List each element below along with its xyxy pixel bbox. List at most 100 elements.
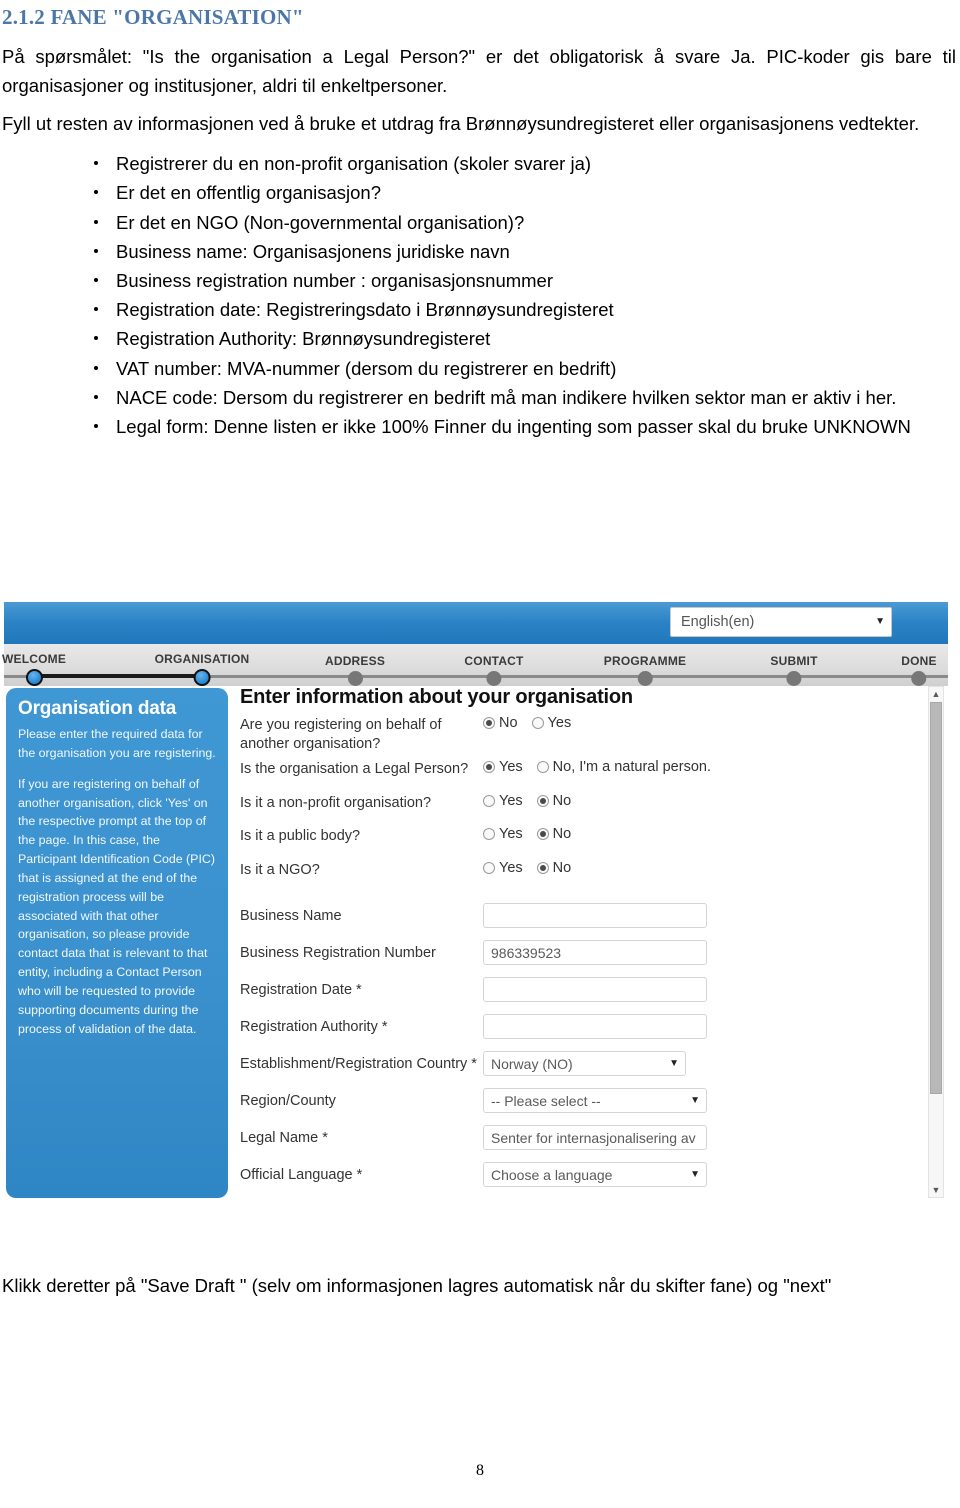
step-organisation[interactable]: ORGANISATION bbox=[155, 652, 250, 686]
registration-date-input[interactable] bbox=[483, 977, 707, 1003]
step-address[interactable]: ADDRESS bbox=[325, 654, 385, 686]
region-county-select[interactable]: -- Please select -- ▼ bbox=[483, 1088, 707, 1114]
page-number: 8 bbox=[476, 1462, 484, 1479]
radio-label: Yes bbox=[499, 859, 523, 876]
list-item: Registration Authority: Brønnøysundregis… bbox=[0, 324, 956, 353]
step-programme[interactable]: PROGRAMME bbox=[604, 654, 686, 686]
field-label: Establishment/Registration Country * bbox=[240, 1055, 477, 1072]
radio-icon[interactable] bbox=[536, 761, 549, 774]
radio-option[interactable]: Yes bbox=[483, 793, 523, 809]
radio-icon[interactable] bbox=[483, 828, 495, 841]
embedded-application-screenshot: English(en) ▼ WELCOME ORGANISATION ADDRE… bbox=[0, 600, 950, 1200]
registration-authority-input[interactable] bbox=[483, 1014, 707, 1040]
step-label: ADDRESS bbox=[324, 654, 386, 668]
step-dot-icon bbox=[25, 669, 43, 686]
question-label: Is it a NGO? bbox=[240, 861, 320, 878]
radio-option[interactable]: Yes bbox=[531, 715, 572, 731]
vertical-scrollbar[interactable]: ▲ ▼ bbox=[928, 686, 944, 1198]
field-business-registration-number: Business Registration Number 986339523 bbox=[240, 934, 930, 971]
chevron-down-icon: ▼ bbox=[690, 1168, 700, 1180]
question-public-body: Is it a public body? Yes No bbox=[240, 826, 930, 846]
step-navigation: WELCOME ORGANISATION ADDRESS CONTACT PRO… bbox=[2, 644, 948, 686]
field-value: Norway (NO) bbox=[491, 1055, 573, 1072]
radio-option[interactable]: Yes bbox=[483, 826, 523, 842]
question-ngo: Is it a NGO? Yes No bbox=[240, 860, 930, 880]
scroll-up-arrow-icon[interactable]: ▲ bbox=[929, 687, 943, 701]
step-submit[interactable]: SUBMIT bbox=[770, 654, 817, 686]
radio-label: Yes bbox=[499, 759, 523, 776]
field-label: Registration Date * bbox=[240, 981, 362, 998]
question-label: Is it a public body? bbox=[240, 828, 361, 845]
step-contact[interactable]: CONTACT bbox=[464, 654, 523, 686]
step-welcome[interactable]: WELCOME bbox=[2, 652, 66, 686]
radio-label: No bbox=[552, 859, 572, 876]
footer-paragraph: Klikk deretter på "Save Draft " (selv om… bbox=[2, 1275, 832, 1296]
official-language-select[interactable]: Choose a language ▼ bbox=[483, 1162, 707, 1188]
step-dot-icon bbox=[347, 671, 363, 686]
radio-option[interactable]: No, I'm a natural person. bbox=[536, 759, 711, 776]
field-legal-name: Legal Name * Senter for internasjonalise… bbox=[240, 1119, 930, 1156]
field-label: Registration Authority * bbox=[240, 1018, 388, 1035]
radio-icon[interactable] bbox=[536, 828, 549, 841]
scrollbar-thumb[interactable] bbox=[930, 702, 942, 1094]
radio-label: Yes bbox=[547, 715, 572, 731]
step-dot-icon bbox=[786, 671, 802, 686]
list-item: Legal form: Denne listen er ikke 100% Fi… bbox=[0, 412, 956, 441]
step-label: PROGRAMME bbox=[603, 654, 687, 668]
question-label: Is it a non-profit organisation? bbox=[240, 794, 432, 811]
establishment-country-select[interactable]: Norway (NO) ▼ bbox=[483, 1051, 686, 1077]
question-options: No Yes bbox=[483, 715, 581, 731]
question-options: Yes No, I'm a natural person. bbox=[483, 759, 721, 775]
field-establishment-country: Establishment/Registration Country * Nor… bbox=[240, 1045, 930, 1082]
step-label: CONTACT bbox=[464, 654, 524, 668]
radio-label: No bbox=[499, 715, 518, 731]
paragraph-1: På spørsmålet: "Is the organisation a Le… bbox=[2, 46, 956, 96]
field-value: -- Please select -- bbox=[491, 1092, 601, 1109]
radio-option[interactable]: Yes bbox=[483, 759, 523, 775]
field-registration-date: Registration Date * bbox=[240, 971, 930, 1008]
business-registration-number-input[interactable]: 986339523 bbox=[483, 940, 707, 966]
step-dot-icon bbox=[637, 671, 653, 686]
language-select[interactable]: English(en) ▼ bbox=[670, 607, 892, 637]
radio-option[interactable]: No bbox=[536, 826, 571, 842]
radio-label: No bbox=[552, 792, 572, 809]
radio-option[interactable]: Yes bbox=[483, 860, 523, 876]
question-label: Are you registering on behalf of another… bbox=[240, 717, 442, 752]
radio-label: No, I'm a natural person. bbox=[552, 759, 711, 776]
bullet-list: Registrerer du en non-profit organisatio… bbox=[0, 149, 960, 441]
business-name-input[interactable] bbox=[483, 903, 707, 929]
field-official-language: Official Language * Choose a language ▼ bbox=[240, 1156, 930, 1193]
legal-name-input[interactable]: Senter for internasjonalisering av utd bbox=[483, 1125, 707, 1151]
field-label: Region/County bbox=[240, 1092, 336, 1109]
scroll-down-arrow-icon[interactable]: ▼ bbox=[929, 1183, 943, 1197]
radio-icon[interactable] bbox=[483, 794, 495, 807]
radio-icon[interactable] bbox=[483, 761, 495, 774]
radio-icon[interactable] bbox=[531, 717, 544, 729]
radio-option[interactable]: No bbox=[483, 715, 518, 731]
radio-icon[interactable] bbox=[483, 717, 495, 729]
radio-option[interactable]: No bbox=[536, 859, 572, 876]
field-label: Official Language * bbox=[240, 1166, 363, 1183]
question-legal-person: Is the organisation a Legal Person? Yes … bbox=[240, 759, 930, 779]
field-label: Legal Name * bbox=[240, 1129, 328, 1146]
field-region-county: Region/County -- Please select -- ▼ bbox=[240, 1082, 930, 1119]
list-item: Er det en NGO (Non-governmental organisa… bbox=[0, 208, 956, 237]
question-registering-on-behalf: Are you registering on behalf of another… bbox=[240, 715, 930, 753]
step-done[interactable]: DONE bbox=[901, 654, 937, 686]
question-options: Yes No bbox=[483, 826, 581, 842]
field-label: Business Registration Number bbox=[240, 944, 436, 961]
radio-icon[interactable] bbox=[483, 861, 495, 874]
list-item: Registration date: Registreringsdato i B… bbox=[0, 295, 956, 324]
radio-label: Yes bbox=[499, 792, 523, 809]
organisation-info-panel: Organisation data Please enter the requi… bbox=[6, 688, 228, 1198]
radio-option[interactable]: No bbox=[536, 792, 572, 809]
info-panel-paragraph-1: Please enter the required data for the o… bbox=[18, 727, 216, 760]
info-panel-title: Organisation data bbox=[18, 698, 177, 719]
paragraph-2: Fyll ut resten av informasjonen ved å br… bbox=[2, 113, 920, 135]
field-registration-authority: Registration Authority * bbox=[240, 1008, 930, 1045]
list-item: Business registration number : organisas… bbox=[0, 266, 956, 295]
field-value: Senter for internasjonalisering av utd bbox=[491, 1129, 700, 1146]
radio-icon[interactable] bbox=[536, 794, 549, 807]
radio-icon[interactable] bbox=[536, 861, 549, 874]
list-item: Business name: Organisasjonens juridiske… bbox=[0, 237, 956, 266]
